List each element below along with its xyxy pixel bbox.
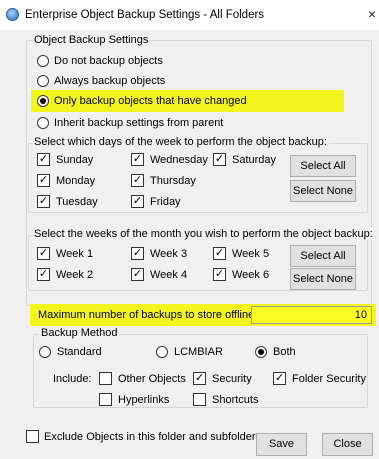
object-backup-group-label: Object Backup Settings xyxy=(32,34,151,46)
weeks-group-label: Select the weeks of the month you wish t… xyxy=(32,228,375,240)
check-hyperlinks[interactable] xyxy=(99,393,112,406)
check-week-6[interactable]: ✓ xyxy=(213,268,226,281)
label-thursday: Thursday xyxy=(150,175,196,187)
days-select-all-button[interactable]: Select All xyxy=(290,155,356,177)
check-folder-security[interactable]: ✓ xyxy=(273,372,286,385)
check-saturday[interactable]: ✓ xyxy=(213,153,226,166)
check-tuesday[interactable]: ✓ xyxy=(37,195,50,208)
check-week-4[interactable]: ✓ xyxy=(131,268,144,281)
check-shortcuts[interactable] xyxy=(193,393,206,406)
weeks-select-none-button[interactable]: Select None xyxy=(290,268,356,290)
check-week-1[interactable]: ✓ xyxy=(37,247,50,260)
check-monday[interactable]: ✓ xyxy=(37,174,50,187)
radio-do-not-backup-label: Do not backup objects xyxy=(54,55,163,67)
label-folder-security: Folder Security xyxy=(292,373,366,385)
label-week-5: Week 5 xyxy=(232,248,270,260)
check-week-5[interactable]: ✓ xyxy=(213,247,226,260)
check-week-3[interactable]: ✓ xyxy=(131,247,144,260)
radio-lcmbiar[interactable] xyxy=(156,346,168,358)
check-wednesday[interactable]: ✓ xyxy=(131,153,144,166)
label-week-6: Week 6 xyxy=(232,269,270,281)
radio-both-label: Both xyxy=(273,346,296,358)
radio-both[interactable] xyxy=(255,346,267,358)
label-shortcuts: Shortcuts xyxy=(212,394,259,406)
check-week-2[interactable]: ✓ xyxy=(37,268,50,281)
label-wednesday: Wednesday xyxy=(150,154,208,166)
window-title: Enterprise Object Backup Settings - All … xyxy=(25,9,265,21)
max-backups-label: Maximum number of backups to store offli… xyxy=(38,309,258,321)
radio-do-not-backup[interactable] xyxy=(37,55,49,67)
label-saturday: Saturday xyxy=(232,154,277,166)
label-week-1: Week 1 xyxy=(56,248,94,260)
radio-only-changed[interactable] xyxy=(37,95,49,107)
dialog-body: Object Backup Settings Do not backup obj… xyxy=(0,30,379,459)
check-sunday[interactable]: ✓ xyxy=(37,153,50,166)
label-monday: Monday xyxy=(56,175,96,187)
label-exclude-objects: Exclude Objects in this folder and subfo… xyxy=(44,431,262,443)
backup-method-group-label: Backup Method xyxy=(39,327,120,339)
weeks-select-all-button[interactable]: Select All xyxy=(290,245,356,267)
label-hyperlinks: Hyperlinks xyxy=(118,394,170,406)
close-button[interactable]: Close xyxy=(322,433,373,456)
radio-always-backup-label: Always backup objects xyxy=(54,75,166,87)
label-security: Security xyxy=(212,373,252,385)
label-sunday: Sunday xyxy=(56,154,94,166)
label-tuesday: Tuesday xyxy=(56,196,98,208)
label-week-2: Week 2 xyxy=(56,269,94,281)
check-other-objects[interactable] xyxy=(99,372,112,385)
label-week-4: Week 4 xyxy=(150,269,188,281)
close-window-button[interactable]: × xyxy=(364,6,379,22)
max-backups-input[interactable]: 10 xyxy=(251,306,372,324)
check-friday[interactable]: ✓ xyxy=(131,195,144,208)
title-bar: Enterprise Object Backup Settings - All … xyxy=(0,0,379,30)
radio-only-changed-label: Only backup objects that have changed xyxy=(54,95,247,107)
radio-lcmbiar-label: LCMBIAR xyxy=(174,346,223,358)
radio-always-backup[interactable] xyxy=(37,75,49,87)
include-label: Include: xyxy=(53,373,92,385)
days-select-none-button[interactable]: Select None xyxy=(290,180,356,202)
label-other-objects: Other Objects xyxy=(118,373,186,385)
save-button[interactable]: Save xyxy=(256,433,307,456)
radio-inherit-label: Inherit backup settings from parent xyxy=(54,117,224,129)
app-icon xyxy=(6,8,19,21)
check-thursday[interactable]: ✓ xyxy=(131,174,144,187)
label-week-3: Week 3 xyxy=(150,248,188,260)
check-security[interactable]: ✓ xyxy=(193,372,206,385)
radio-standard[interactable] xyxy=(39,346,51,358)
radio-standard-label: Standard xyxy=(57,346,102,358)
label-friday: Friday xyxy=(150,196,181,208)
radio-inherit[interactable] xyxy=(37,117,49,129)
check-exclude-objects[interactable] xyxy=(26,430,39,443)
days-group-label: Select which days of the week to perform… xyxy=(32,136,329,148)
